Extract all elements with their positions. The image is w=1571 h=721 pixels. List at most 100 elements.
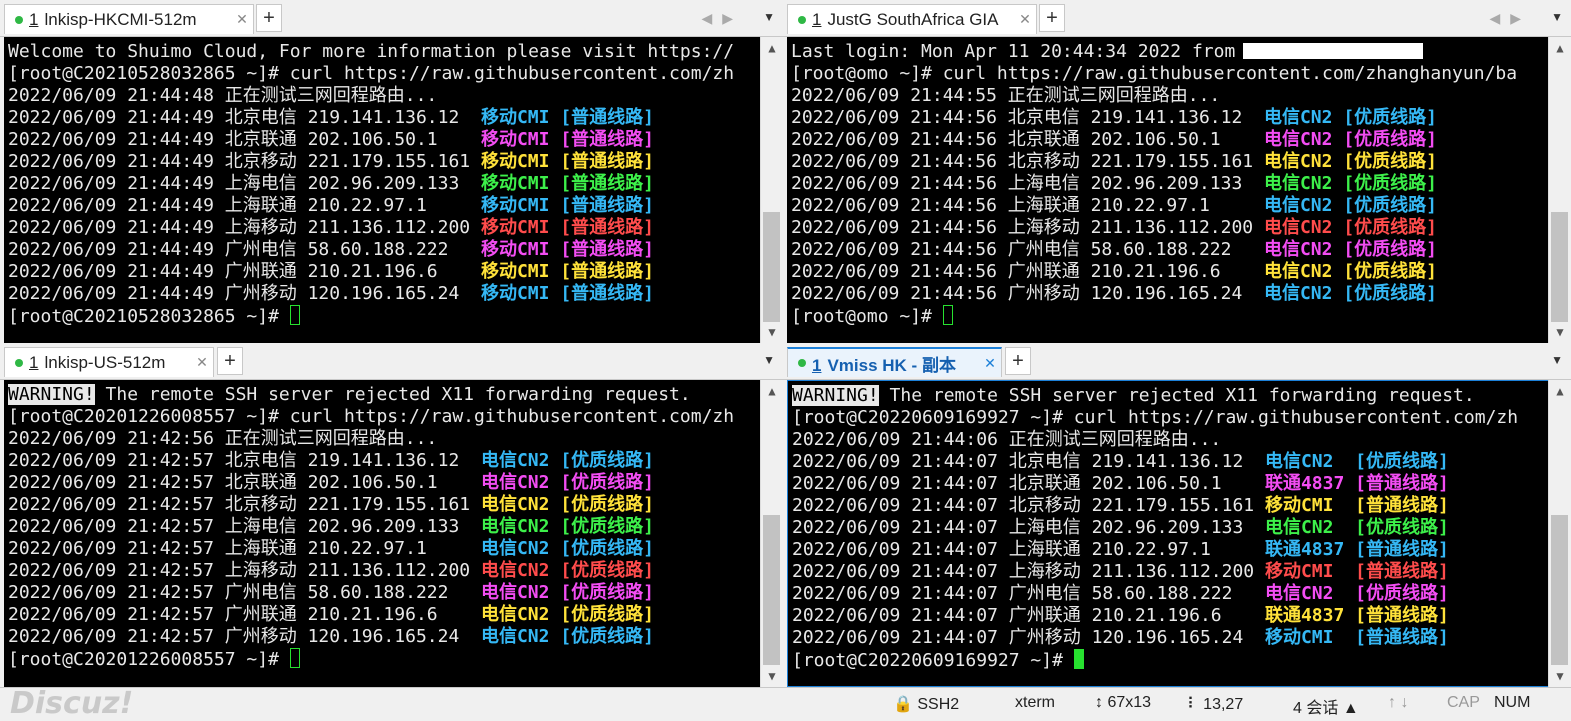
route-quality: [普通线路] <box>560 129 655 150</box>
scroll-up-icon[interactable]: ▲ <box>1549 41 1571 55</box>
terminal-line: 2022/06/09 21:44:49 广州电信 58.60.188.222 移… <box>8 239 761 261</box>
line-text: 2022/06/09 21:42:57 上海联通 210.22.97.1 <box>8 538 481 559</box>
close-tab-icon[interactable]: ✕ <box>231 11 253 28</box>
scroll-up-icon[interactable]: ▲ <box>761 384 783 398</box>
route-tag: 移动CMI <box>480 283 550 304</box>
terminal-line: [root@omo ~]# <box>791 305 1549 327</box>
num-lock-indicator: NUM <box>1494 694 1531 711</box>
tab-title: lnkisp-US-512m <box>44 352 166 372</box>
route-tag: 电信CN2 <box>1264 451 1345 472</box>
terminal-line: 2022/06/09 21:44:56 广州联通 210.21.196.6 电信… <box>791 261 1549 283</box>
line-text: 2022/06/09 21:44:07 广州电信 58.60.188.222 <box>792 583 1265 604</box>
caret-up-icon[interactable]: ▲ <box>1343 700 1359 717</box>
tab-scroll-arrows-icon[interactable]: ◀▶ <box>701 10 743 27</box>
line-text: 2022/06/09 21:44:07 北京移动 221.179.155.161 <box>792 495 1265 516</box>
terminal-output[interactable]: WARNING! The remote SSH server rejected … <box>4 380 761 687</box>
terminal-pane-4: 1 Vmiss HK - 副本 ✕ + ▼ WARNING! The remote… <box>783 343 1571 687</box>
terminal-line: [root@C20210528032865 ~]# curl https://r… <box>8 63 761 85</box>
terminal-line: 2022/06/09 21:44:49 上海电信 202.96.209.133 … <box>8 173 761 195</box>
line-text: 2022/06/09 21:42:57 北京电信 219.141.136.12 <box>8 450 481 471</box>
close-tab-icon[interactable]: ✕ <box>1014 11 1036 28</box>
scroll-down-icon[interactable]: ▼ <box>761 325 783 339</box>
line-text: 2022/06/09 21:44:07 上海电信 202.96.209.133 <box>792 517 1265 538</box>
scroll-up-icon[interactable]: ▲ <box>761 41 783 55</box>
tab-scroll-arrows-icon[interactable]: ◀▶ <box>1489 10 1531 27</box>
connected-status-icon <box>15 358 23 367</box>
terminal-output[interactable]: Last login: Mon Apr 11 20:44:34 2022 fro… <box>787 37 1549 343</box>
terminal-line: WARNING! The remote SSH server rejected … <box>792 385 1548 407</box>
terminal-output[interactable]: Welcome to Shuimo Cloud, For more inform… <box>4 37 761 343</box>
terminal-line: 2022/06/09 21:44:07 上海移动 211.136.112.200… <box>792 561 1548 583</box>
tab-menu-icon[interactable]: ▼ <box>1551 353 1563 367</box>
protocol-label: SSH2 <box>917 696 960 713</box>
tab-menu-icon[interactable]: ▼ <box>763 10 775 24</box>
scroll-down-icon[interactable]: ▼ <box>761 669 783 683</box>
terminal-line: 2022/06/09 21:42:57 北京移动 221.179.155.161… <box>8 494 761 516</box>
route-tag: 电信CN2 <box>1264 583 1345 604</box>
scroll-thumb[interactable] <box>1551 212 1568 322</box>
session-tab-active[interactable]: 1 Vmiss HK - 副本 ✕ <box>787 347 1002 377</box>
line-text: 2022/06/09 21:44:49 北京移动 221.179.155.161 <box>8 151 481 172</box>
terminal-line: 2022/06/09 21:42:57 上海移动 211.136.112.200… <box>8 560 761 582</box>
status-bar: Discuz! 🔒 SSH2 xterm ↕ 67x13 ⠇ 13,27 4 会… <box>0 686 1571 721</box>
add-tab-button[interactable]: + <box>1039 4 1065 32</box>
line-text: 2022/06/09 21:44:49 上海联通 210.22.97.1 <box>8 195 481 216</box>
line-text: 2022/06/09 21:42:57 广州电信 58.60.188.222 <box>8 582 481 603</box>
close-tab-icon[interactable]: ✕ <box>191 354 213 371</box>
route-tag: 联通4837 <box>1264 473 1345 494</box>
sessions-count[interactable]: 4 会话 ▲ <box>1293 694 1359 718</box>
route-quality: [优质线路] <box>1343 239 1438 260</box>
tab-menu-icon[interactable]: ▼ <box>1551 10 1563 24</box>
route-tag: 电信CN2 <box>480 582 550 603</box>
route-tag: 电信CN2 <box>1263 217 1333 238</box>
scroll-thumb[interactable] <box>763 515 780 665</box>
line-text: 2022/06/09 21:44:56 北京移动 221.179.155.161 <box>791 151 1264 172</box>
line-text: [root@C20220609169927 ~]# <box>792 650 1074 671</box>
session-tab[interactable]: 1 JustG SouthAfrica GIA ✕ <box>787 4 1037 34</box>
terminal-line: 2022/06/09 21:44:48 正在测试三网回程路由... <box>8 85 761 107</box>
scrollbar[interactable]: ▲ ▼ <box>760 380 783 687</box>
caps-lock-indicator: CAP <box>1447 694 1480 711</box>
line-text: 2022/06/09 21:42:56 正在测试三网回程路由... <box>8 428 438 449</box>
scroll-thumb[interactable] <box>763 212 780 322</box>
line-text: 2022/06/09 21:44:49 北京联通 202.106.50.1 <box>8 129 481 150</box>
route-quality: [普通线路] <box>1355 561 1449 582</box>
line-text: 2022/06/09 21:44:48 正在测试三网回程路由... <box>8 85 438 106</box>
session-tab[interactable]: 1 lnkisp-US-512m ✕ <box>4 347 214 377</box>
terminal-type-status: xterm <box>1015 694 1055 711</box>
route-quality: [优质线路] <box>560 516 655 537</box>
route-tag: 移动CMI <box>1264 495 1345 516</box>
scroll-down-icon[interactable]: ▼ <box>1549 669 1571 683</box>
terminal-line: [root@C20220609169927 ~]# <box>792 649 1548 671</box>
scrollbar[interactable]: ▲ ▼ <box>760 37 783 343</box>
route-quality: [优质线路] <box>560 450 655 471</box>
terminal-line: 2022/06/09 21:44:07 上海联通 210.22.97.1 联通4… <box>792 539 1548 561</box>
terminal-line: 2022/06/09 21:42:56 正在测试三网回程路由... <box>8 428 761 450</box>
terminal-line: 2022/06/09 21:44:56 北京移动 221.179.155.161… <box>791 151 1549 173</box>
sessions-label: 4 会话 <box>1293 700 1339 717</box>
scrollbar[interactable]: ▲ ▼ <box>1548 37 1571 343</box>
scrollbar[interactable]: ▲ ▼ <box>1548 380 1571 687</box>
terminal-output[interactable]: WARNING! The remote SSH server rejected … <box>787 380 1549 687</box>
connected-status-icon <box>798 15 806 24</box>
session-tab[interactable]: 1 lnkisp-HKCMI-512m ✕ <box>4 4 254 34</box>
route-tag: 电信CN2 <box>1263 151 1333 172</box>
terminal-line: 2022/06/09 21:44:56 北京电信 219.141.136.12 … <box>791 107 1549 129</box>
terminal-line: 2022/06/09 21:44:07 广州电信 58.60.188.222 电… <box>792 583 1548 605</box>
scroll-up-icon[interactable]: ▲ <box>1549 384 1571 398</box>
scroll-down-icon[interactable]: ▼ <box>1549 325 1571 339</box>
scroll-arrows-icon[interactable]: ↑ ↓ <box>1388 694 1408 712</box>
add-tab-button[interactable]: + <box>217 347 243 375</box>
scroll-thumb[interactable] <box>1551 515 1568 665</box>
terminal-line: [root@C20220609169927 ~]# curl https://r… <box>792 407 1548 429</box>
add-tab-button[interactable]: + <box>1005 347 1031 375</box>
add-tab-button[interactable]: + <box>256 4 282 32</box>
route-quality: [优质线路] <box>1355 451 1449 472</box>
close-tab-icon[interactable]: ✕ <box>979 355 1001 372</box>
route-tag: 电信CN2 <box>1263 107 1333 128</box>
line-text: 2022/06/09 21:44:56 上海移动 211.136.112.200 <box>791 217 1264 238</box>
terminal-line: [root@C20201226008557 ~]# <box>8 648 761 670</box>
terminal-line: 2022/06/09 21:44:49 上海移动 211.136.112.200… <box>8 217 761 239</box>
tab-menu-icon[interactable]: ▼ <box>763 353 775 367</box>
line-text: [root@C20220609169927 ~]# curl https://r… <box>792 407 1519 428</box>
